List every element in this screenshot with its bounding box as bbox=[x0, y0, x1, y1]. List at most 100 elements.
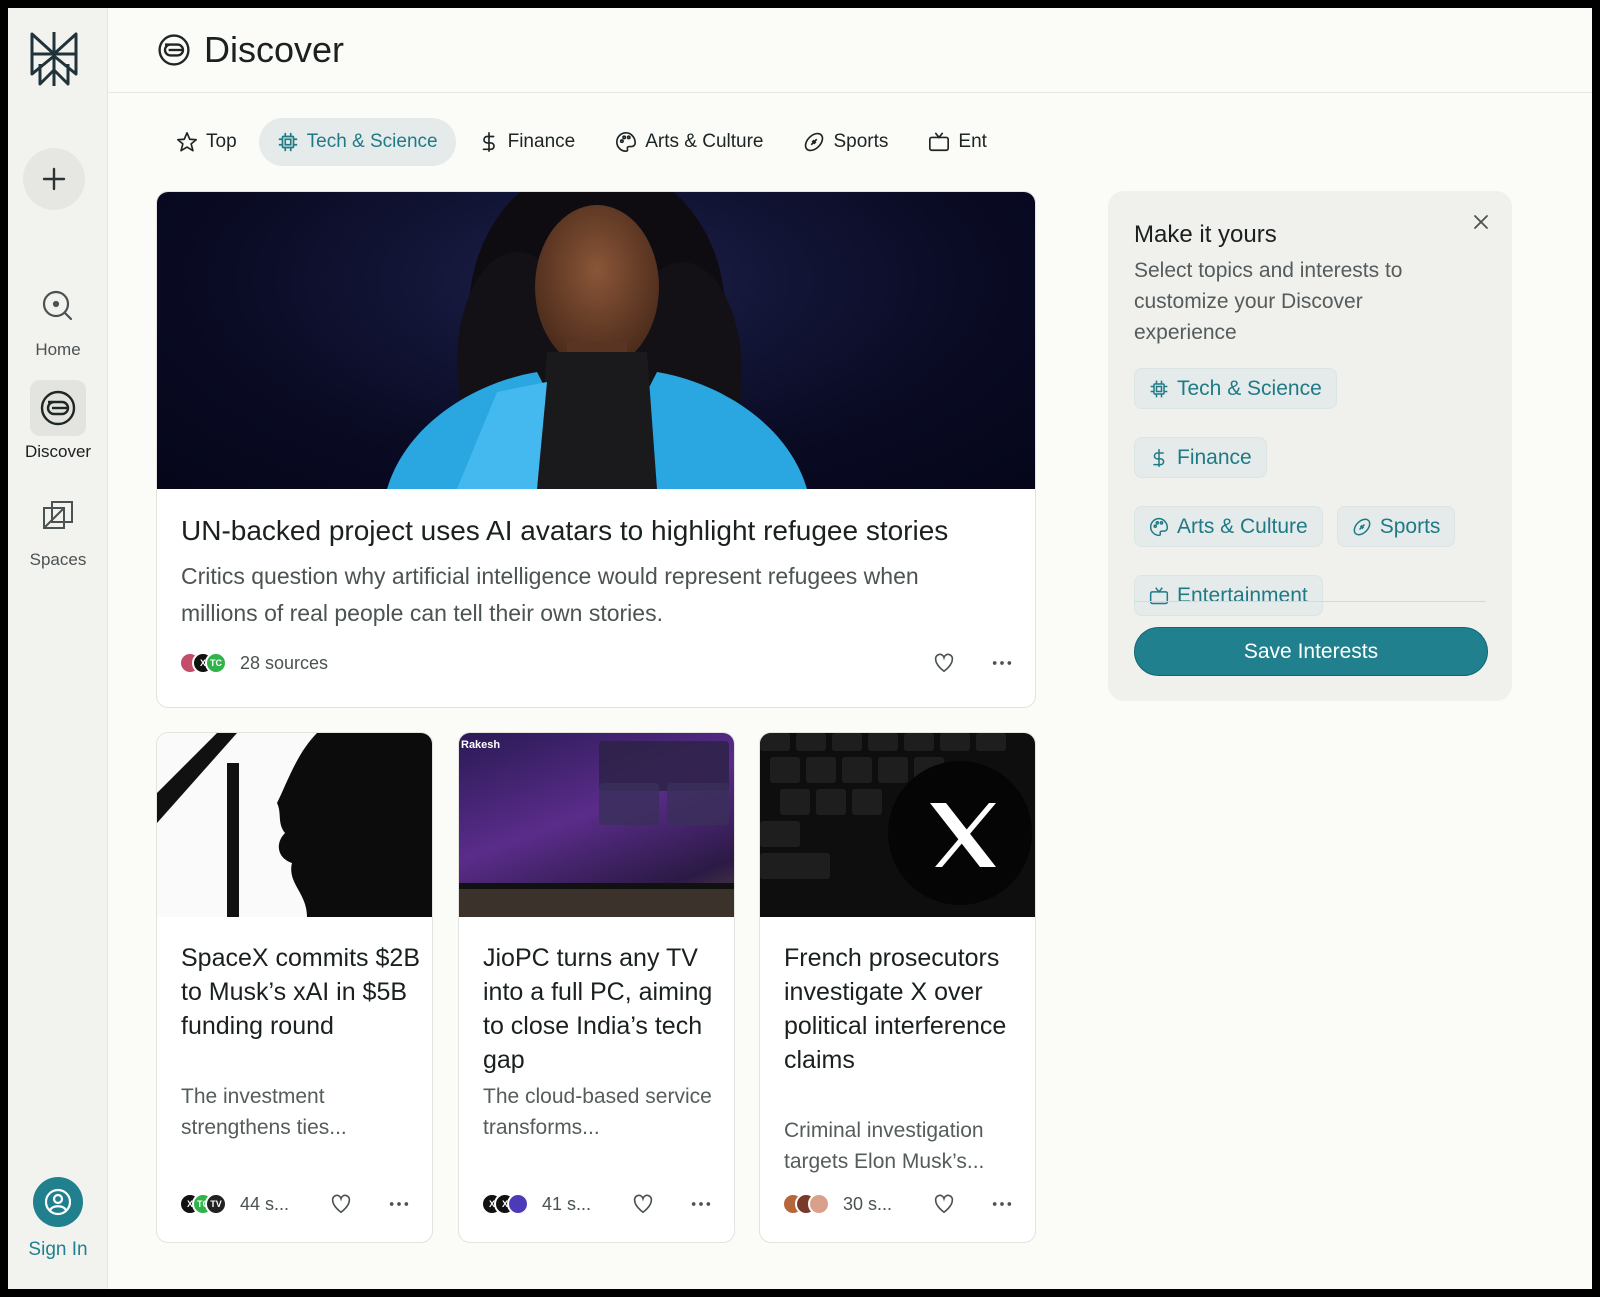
interest-chip-entertainment[interactable]: Entertainment bbox=[1134, 575, 1323, 616]
article-card[interactable]: SpaceX commits $2B to Musk’s xAI in $5B … bbox=[156, 732, 433, 1243]
tab-arts-culture[interactable]: Arts & Culture bbox=[597, 118, 781, 166]
article-footer: X TC TV 44 s... bbox=[179, 1193, 410, 1215]
sidebar-item-label: Home bbox=[35, 340, 81, 359]
article-title[interactable]: French prosecutors investigate X over po… bbox=[784, 941, 1024, 1077]
tab-entertainment[interactable]: Ent bbox=[910, 118, 1005, 166]
source-icon bbox=[808, 1193, 830, 1215]
user-avatar bbox=[33, 1177, 83, 1227]
more-options-button[interactable] bbox=[991, 1193, 1013, 1215]
interest-chip-arts-culture[interactable]: Arts & Culture bbox=[1134, 506, 1323, 547]
more-options-button[interactable] bbox=[388, 1193, 410, 1215]
more-options-button[interactable] bbox=[690, 1193, 712, 1215]
source-avatars[interactable]: 30 s... bbox=[782, 1193, 892, 1215]
like-button[interactable] bbox=[933, 1193, 955, 1215]
like-button[interactable] bbox=[330, 1193, 352, 1215]
heart-icon bbox=[633, 1194, 653, 1214]
tab-label: Arts & Culture bbox=[645, 131, 764, 152]
chip-icon bbox=[278, 132, 297, 152]
heart-icon bbox=[331, 1194, 351, 1214]
tab-finance[interactable]: Finance bbox=[460, 118, 594, 166]
page-header: Discover bbox=[108, 8, 1592, 93]
dollar-icon bbox=[1153, 448, 1165, 467]
x-logo-illustration bbox=[760, 733, 1032, 905]
tv-screen-illustration bbox=[459, 741, 734, 917]
perplexity-logo[interactable] bbox=[26, 28, 82, 90]
article-description: Critics question why artificial intellig… bbox=[181, 563, 919, 626]
page-title: Discover bbox=[204, 29, 345, 70]
tab-label: Tech & Science bbox=[306, 131, 438, 152]
interests-panel: Make it yours Select topics and interest… bbox=[1108, 191, 1512, 701]
sidebar-item-spaces[interactable]: Spaces bbox=[8, 488, 108, 570]
article-description: Criminal investigation targets Elon Musk… bbox=[784, 1119, 985, 1173]
chip-label: Tech & Science bbox=[1177, 376, 1322, 400]
sidebar-item-label: Spaces bbox=[29, 550, 87, 569]
silhouette-illustration bbox=[157, 733, 432, 917]
tab-sports[interactable]: Sports bbox=[785, 118, 906, 166]
new-thread-button[interactable] bbox=[23, 148, 85, 210]
source-icon: TV bbox=[205, 1193, 227, 1215]
interest-chip-tech-science[interactable]: Tech & Science bbox=[1134, 368, 1337, 409]
source-icon: TC bbox=[205, 652, 227, 674]
tab-label: Top bbox=[206, 131, 237, 152]
spaces-icon bbox=[43, 501, 73, 529]
article-title[interactable]: SpaceX commits $2B to Musk’s xAI in $5B … bbox=[181, 941, 421, 1043]
tab-tech-science[interactable]: Tech & Science bbox=[258, 118, 456, 166]
ellipsis-icon bbox=[389, 1202, 409, 1206]
heart-icon bbox=[934, 653, 954, 673]
panel-divider bbox=[1134, 601, 1486, 602]
user-icon bbox=[44, 1188, 72, 1216]
interest-chips: Tech & Science Finance Arts & Culture Sp… bbox=[1134, 368, 1494, 616]
article-card[interactable]: French prosecutors investigate X over po… bbox=[759, 732, 1036, 1243]
article-image bbox=[760, 733, 1035, 917]
article-description: The cloud-based service transforms... bbox=[483, 1085, 712, 1139]
source-count[interactable]: 41 s... bbox=[542, 1194, 591, 1215]
tv-icon bbox=[929, 132, 950, 152]
interest-chip-finance[interactable]: Finance bbox=[1134, 437, 1267, 478]
article-footer: X TC 28 sources bbox=[179, 652, 1013, 674]
close-panel-button[interactable] bbox=[1472, 213, 1490, 236]
tab-label: Ent bbox=[958, 131, 987, 152]
sidebar-item-home[interactable]: Home bbox=[8, 278, 108, 360]
article-image bbox=[157, 192, 1035, 489]
source-avatars[interactable]: X TC TV 44 s... bbox=[179, 1193, 289, 1215]
dollar-icon bbox=[482, 132, 495, 152]
heart-icon bbox=[934, 1194, 954, 1214]
palette-icon bbox=[1150, 517, 1169, 536]
article-image bbox=[157, 733, 432, 917]
sidebar: Home Discover Spaces Sign In bbox=[8, 8, 108, 1289]
source-avatars[interactable]: X TC 28 sources bbox=[179, 652, 328, 674]
article-footer: 30 s... bbox=[782, 1193, 1013, 1215]
article-description: The investment strengthens ties... bbox=[181, 1085, 347, 1139]
sidebar-item-discover[interactable]: Discover bbox=[8, 380, 108, 462]
search-icon bbox=[42, 290, 73, 321]
interest-chip-sports[interactable]: Sports bbox=[1336, 506, 1456, 547]
source-count[interactable]: 28 sources bbox=[240, 653, 328, 674]
article-card[interactable]: Rakesh JioPC turns any TV into a full PC… bbox=[458, 732, 735, 1243]
palette-icon bbox=[616, 132, 637, 152]
tab-top[interactable]: Top bbox=[158, 118, 255, 166]
tv-icon bbox=[1149, 586, 1169, 604]
source-icon bbox=[507, 1193, 529, 1215]
tab-label: Sports bbox=[833, 131, 889, 152]
close-icon bbox=[1474, 215, 1488, 229]
chip-label: Entertainment bbox=[1177, 583, 1308, 607]
more-options-button[interactable] bbox=[991, 652, 1013, 674]
ellipsis-icon bbox=[691, 1202, 711, 1206]
like-button[interactable] bbox=[933, 652, 955, 674]
save-interests-button[interactable]: Save Interests bbox=[1134, 627, 1488, 676]
featured-article-card[interactable]: UN-backed project uses AI avatars to hig… bbox=[156, 191, 1036, 708]
discover-icon bbox=[40, 390, 76, 426]
source-count[interactable]: 30 s... bbox=[843, 1194, 892, 1215]
source-count[interactable]: 44 s... bbox=[240, 1194, 289, 1215]
panel-title: Make it yours bbox=[1134, 221, 1277, 248]
source-avatars[interactable]: X X 41 s... bbox=[481, 1193, 591, 1215]
article-image: Rakesh bbox=[459, 733, 734, 917]
article-title[interactable]: UN-backed project uses AI avatars to hig… bbox=[181, 515, 948, 547]
sign-in-label: Sign In bbox=[28, 1239, 88, 1260]
article-title[interactable]: JioPC turns any TV into a full PC, aimin… bbox=[483, 941, 723, 1077]
discover-icon bbox=[158, 34, 190, 66]
image-caption-text: Rakesh bbox=[461, 739, 501, 751]
sign-in-button[interactable]: Sign In bbox=[8, 1177, 108, 1261]
category-tabs: Top Tech & Science Finance Arts & Cultur… bbox=[158, 118, 1005, 166]
like-button[interactable] bbox=[632, 1193, 654, 1215]
